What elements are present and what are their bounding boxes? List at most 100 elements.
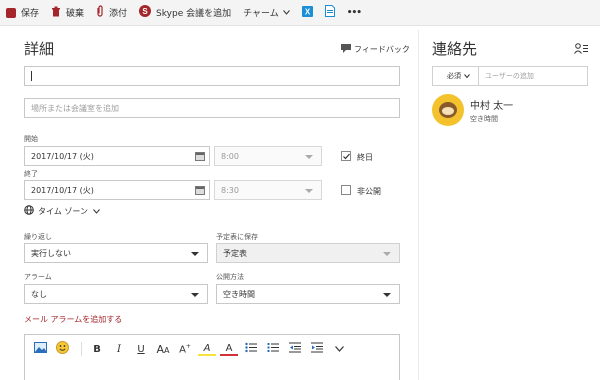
chevron-down-icon[interactable] — [330, 344, 348, 355]
grow-font-button[interactable]: A+ — [176, 343, 194, 355]
numbering-icon[interactable] — [264, 342, 282, 356]
start-label: 開始 — [24, 135, 38, 143]
all-day-label: 終日 — [357, 153, 373, 162]
font-color-button[interactable]: A — [220, 343, 238, 356]
contacts-title: 連絡先 — [432, 40, 478, 58]
end-label: 終了 — [24, 170, 38, 178]
font-size-button[interactable]: AA — [154, 343, 172, 356]
save-to-value: 予定表 — [223, 248, 247, 258]
details-title: 詳細 — [24, 40, 55, 58]
start-date-value: 2017/10/17 (火) — [31, 151, 94, 161]
all-day-checkbox[interactable] — [341, 151, 351, 161]
panel-divider — [418, 30, 419, 380]
save-button[interactable]: 保存 — [6, 0, 39, 26]
alarm-select[interactable]: なし — [24, 284, 208, 304]
chevron-down-icon — [191, 293, 199, 297]
chevron-down-icon — [383, 293, 391, 297]
bullets-icon[interactable] — [242, 342, 260, 356]
alarm-label: アラーム — [24, 273, 52, 281]
chevron-down-icon — [464, 72, 470, 80]
show-as-label: 公開方法 — [216, 273, 244, 281]
required-dropdown[interactable]: 必須 — [433, 67, 479, 85]
feedback-link[interactable]: フィードバック — [341, 44, 410, 55]
discard-button[interactable]: 破棄 — [51, 0, 84, 26]
grow-font-glyph: A — [179, 344, 186, 356]
excel-icon: X — [301, 5, 313, 20]
discard-label: 破棄 — [66, 9, 85, 19]
save-to-label: 予定表に保存 — [216, 233, 258, 241]
repeat-label: 繰り返し — [24, 233, 52, 241]
avatar-face — [439, 102, 457, 118]
alarm-value: なし — [31, 289, 47, 299]
attach-label: 添付 — [109, 9, 128, 19]
attendee-status: 空き時間 — [470, 114, 498, 123]
highlight-glyph: A — [203, 342, 211, 354]
svg-text:X: X — [305, 7, 311, 16]
attach-button[interactable]: 添付 — [96, 0, 127, 26]
italic-button[interactable]: I — [110, 344, 128, 355]
attendee-name: 中村 太一 — [470, 100, 514, 112]
paperclip-icon — [96, 5, 104, 20]
end-time-value: 8:30 — [221, 185, 239, 195]
calendar-icon[interactable] — [195, 186, 205, 195]
highlight-button[interactable]: A — [198, 343, 216, 356]
attendee-card[interactable]: 中村 太一 空き時間 — [432, 94, 513, 126]
feedback-label: フィードバック — [354, 45, 410, 54]
font-size-glyph: A — [156, 342, 165, 356]
private-label: 非公開 — [357, 187, 381, 196]
charm-dropdown[interactable]: チャーム — [243, 0, 290, 26]
body-editor[interactable]: B I U AA A+ A A — [24, 334, 400, 380]
add-skype-meeting-button[interactable]: S Skype 会議を追加 — [139, 0, 231, 26]
show-as-select[interactable]: 空き時間 — [216, 284, 400, 304]
timezone-toggle[interactable]: タイム ゾーン — [24, 205, 100, 217]
attendee-input-row: 必須 ユーザーの追加 — [432, 66, 588, 86]
emoji-icon[interactable] — [53, 341, 71, 357]
start-time-select[interactable]: 8:00 — [214, 146, 322, 166]
more-options-button[interactable]: ••• — [346, 0, 362, 26]
save-label: 保存 — [21, 9, 40, 19]
document-icon — [324, 5, 335, 20]
excel-button[interactable]: X — [301, 0, 313, 26]
text-cursor — [31, 71, 32, 81]
outdent-icon[interactable] — [286, 342, 304, 356]
repeat-select[interactable]: 実行しない — [24, 243, 208, 263]
save-icon — [6, 7, 16, 18]
timezone-label: タイム ゾーン — [38, 206, 88, 216]
save-to-select[interactable]: 予定表 — [216, 243, 400, 263]
end-date-input[interactable]: 2017/10/17 (火) — [24, 180, 210, 200]
feedback-icon — [341, 44, 351, 55]
event-title-input[interactable] — [24, 66, 400, 86]
end-time-select[interactable]: 8:30 — [214, 180, 322, 200]
charm-label: チャーム — [243, 9, 279, 19]
location-input[interactable]: 場所または会議室を追加 — [24, 98, 400, 118]
chevron-down-icon — [282, 8, 290, 18]
insert-image-icon[interactable] — [31, 342, 49, 356]
chevron-down-icon — [93, 207, 100, 216]
end-date-value: 2017/10/17 (火) — [31, 185, 94, 195]
underline-button[interactable]: U — [132, 344, 150, 355]
chevron-down-icon — [305, 155, 313, 159]
private-checkbox[interactable] — [341, 185, 351, 195]
more-icon: ••• — [346, 7, 362, 18]
bold-button[interactable]: B — [88, 344, 106, 355]
chevron-down-icon — [383, 252, 391, 256]
add-people-icon[interactable] — [574, 43, 588, 57]
document-button[interactable] — [324, 0, 335, 26]
skype-label: Skype 会議を追加 — [156, 9, 232, 19]
avatar — [432, 94, 464, 126]
svg-text:S: S — [142, 7, 148, 16]
required-label: 必須 — [447, 72, 461, 80]
indent-icon[interactable] — [308, 342, 326, 356]
font-size-glyph-small: A — [164, 345, 170, 355]
start-date-input[interactable]: 2017/10/17 (火) — [24, 146, 210, 166]
add-user-input[interactable]: ユーザーの追加 — [479, 71, 534, 81]
calendar-icon[interactable] — [195, 152, 205, 161]
repeat-value: 実行しない — [31, 248, 71, 258]
show-as-value: 空き時間 — [223, 289, 255, 299]
add-email-alarm-link[interactable]: メール アラームを追加する — [24, 314, 122, 325]
command-toolbar: 保存 破棄 添付 S Skype 会議を追加 チャーム X ••• — [0, 0, 600, 26]
toolbar-separator — [81, 342, 82, 356]
start-time-value: 8:00 — [221, 151, 239, 161]
location-placeholder: 場所または会議室を追加 — [31, 103, 119, 113]
skype-icon: S — [139, 5, 152, 20]
